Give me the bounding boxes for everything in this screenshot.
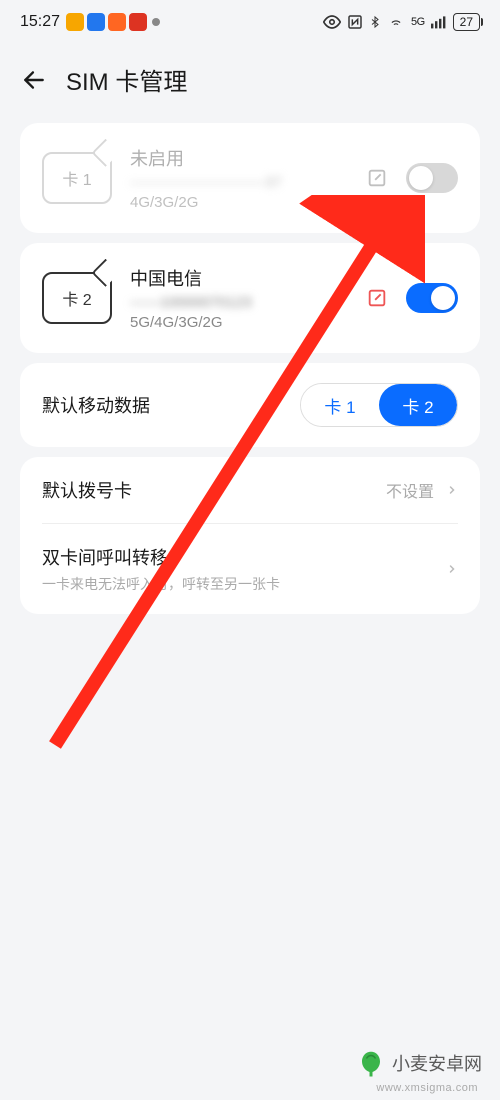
page-header: SIM 卡管理	[0, 44, 500, 113]
sim2-edit-icon[interactable]	[366, 287, 388, 309]
status-left: 15:27	[20, 13, 160, 31]
signal-5g-label: 5G	[411, 16, 425, 28]
wifi-icon	[387, 15, 405, 29]
watermark-logo-icon	[356, 1048, 386, 1078]
default-data-row: 默认移动数据 卡 1 卡 2	[42, 363, 458, 447]
sim2-number: ——10000070123	[130, 294, 348, 311]
sim1-network: 4G/3G/2G	[130, 194, 348, 211]
sim2-chip-icon: 卡 2	[42, 272, 112, 324]
sim1-title: 未启用	[130, 145, 348, 171]
default-data-segmented: 卡 1 卡 2	[300, 383, 458, 427]
default-data-option-sim1[interactable]: 卡 1	[301, 384, 379, 426]
back-button[interactable]	[20, 66, 48, 94]
status-right: 5G 27	[323, 13, 480, 31]
sim2-row[interactable]: 卡 2 中国电信 ——10000070123 5G/4G/3G/2G	[42, 265, 458, 331]
default-data-label: 默认移动数据	[42, 392, 150, 418]
status-time: 15:27	[20, 13, 60, 31]
sim2-info: 中国电信 ——10000070123 5G/4G/3G/2G	[130, 265, 348, 331]
sim1-toggle[interactable]	[406, 163, 458, 193]
sim2-network: 5G/4G/3G/2G	[130, 314, 348, 331]
default-call-row[interactable]: 默认拨号卡 不设置	[42, 457, 458, 523]
notif-icon-taobao	[108, 13, 126, 31]
sim2-toggle[interactable]	[406, 283, 458, 313]
sim1-row[interactable]: 卡 1 未启用 —————————37 4G/3G/2G	[42, 145, 458, 211]
notif-icon-more	[152, 18, 160, 26]
sim1-card: 卡 1 未启用 —————————37 4G/3G/2G	[20, 123, 480, 233]
sim1-number: —————————37	[130, 174, 348, 191]
battery-indicator: 27	[453, 13, 480, 31]
sim2-card: 卡 2 中国电信 ——10000070123 5G/4G/3G/2G	[20, 243, 480, 353]
watermark: 小麦安卓网	[356, 1048, 482, 1078]
signal-bars-icon	[431, 15, 447, 29]
nfc-icon	[347, 14, 363, 30]
notif-icon-app2	[87, 13, 105, 31]
bluetooth-icon	[369, 14, 381, 30]
default-call-value: 不设置	[386, 478, 434, 502]
watermark-text: 小麦安卓网	[392, 1050, 482, 1076]
watermark-url: www.xmsigma.com	[376, 1082, 478, 1094]
notif-icon-app4	[129, 13, 147, 31]
call-forward-label: 双卡间呼叫转移	[42, 544, 280, 570]
sim1-info: 未启用 —————————37 4G/3G/2G	[130, 145, 348, 211]
call-forward-sub: 一卡来电无法呼入时，呼转至另一张卡	[42, 574, 280, 594]
eye-icon	[323, 13, 341, 31]
settings-card: 默认拨号卡 不设置 双卡间呼叫转移 一卡来电无法呼入时，呼转至另一张卡	[20, 457, 480, 614]
notification-app-icons	[66, 13, 160, 31]
chevron-right-icon	[446, 560, 458, 578]
sim1-edit-icon[interactable]	[366, 167, 388, 189]
sim2-title: 中国电信	[130, 265, 348, 291]
status-bar: 15:27 5G 27	[0, 0, 500, 44]
chevron-right-icon	[446, 481, 458, 499]
call-forward-row[interactable]: 双卡间呼叫转移 一卡来电无法呼入时，呼转至另一张卡	[42, 523, 458, 614]
page-title: SIM 卡管理	[66, 62, 187, 97]
sim1-chip-icon: 卡 1	[42, 152, 112, 204]
call-forward-text: 双卡间呼叫转移 一卡来电无法呼入时，呼转至另一张卡	[42, 544, 280, 594]
arrow-left-icon	[21, 67, 47, 93]
default-call-label: 默认拨号卡	[42, 477, 132, 503]
default-data-card: 默认移动数据 卡 1 卡 2	[20, 363, 480, 447]
notif-icon-weibo	[66, 13, 84, 31]
default-data-option-sim2[interactable]: 卡 2	[379, 384, 457, 426]
